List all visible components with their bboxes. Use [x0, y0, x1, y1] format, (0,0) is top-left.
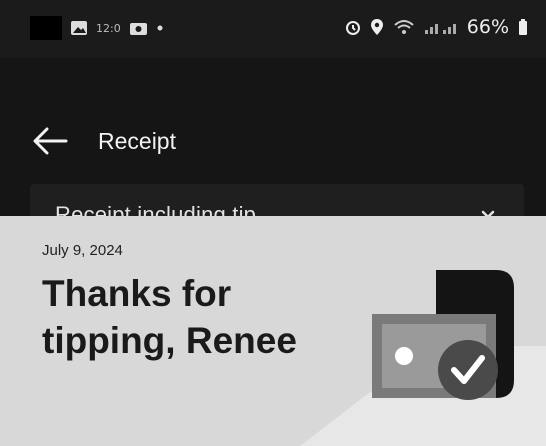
wifi-icon — [394, 20, 414, 34]
thanks-heading-line1: Thanks for — [42, 273, 232, 314]
cash-check-icon — [372, 270, 514, 400]
battery-percent: 66% — [466, 16, 509, 38]
location-icon — [370, 19, 383, 35]
receipt-date: July 9, 2024 — [42, 242, 123, 259]
back-arrow-icon[interactable] — [32, 126, 68, 156]
thanks-heading: Thanks for tipping, Renee — [42, 270, 342, 364]
battery-icon — [519, 19, 527, 35]
status-left: 12:0 — [30, 16, 164, 40]
status-mini-text: 12:0 — [96, 21, 121, 35]
app-bar: Receipt Receipt including tip — [0, 58, 546, 248]
signal-icon — [424, 24, 456, 34]
notification-dot-icon — [157, 25, 163, 31]
status-right: 66% — [345, 16, 528, 38]
thanks-heading-line2: tipping, Renee — [42, 320, 297, 361]
receipt-content: July 9, 2024 Thanks for tipping, Renee — [0, 216, 546, 446]
gallery-icon — [71, 21, 87, 35]
status-bar: 12:0 66% — [0, 0, 546, 58]
camera-icon — [129, 23, 147, 35]
alarm-icon — [345, 21, 360, 35]
page-title: Receipt — [98, 128, 176, 154]
redacted-block — [30, 16, 62, 40]
